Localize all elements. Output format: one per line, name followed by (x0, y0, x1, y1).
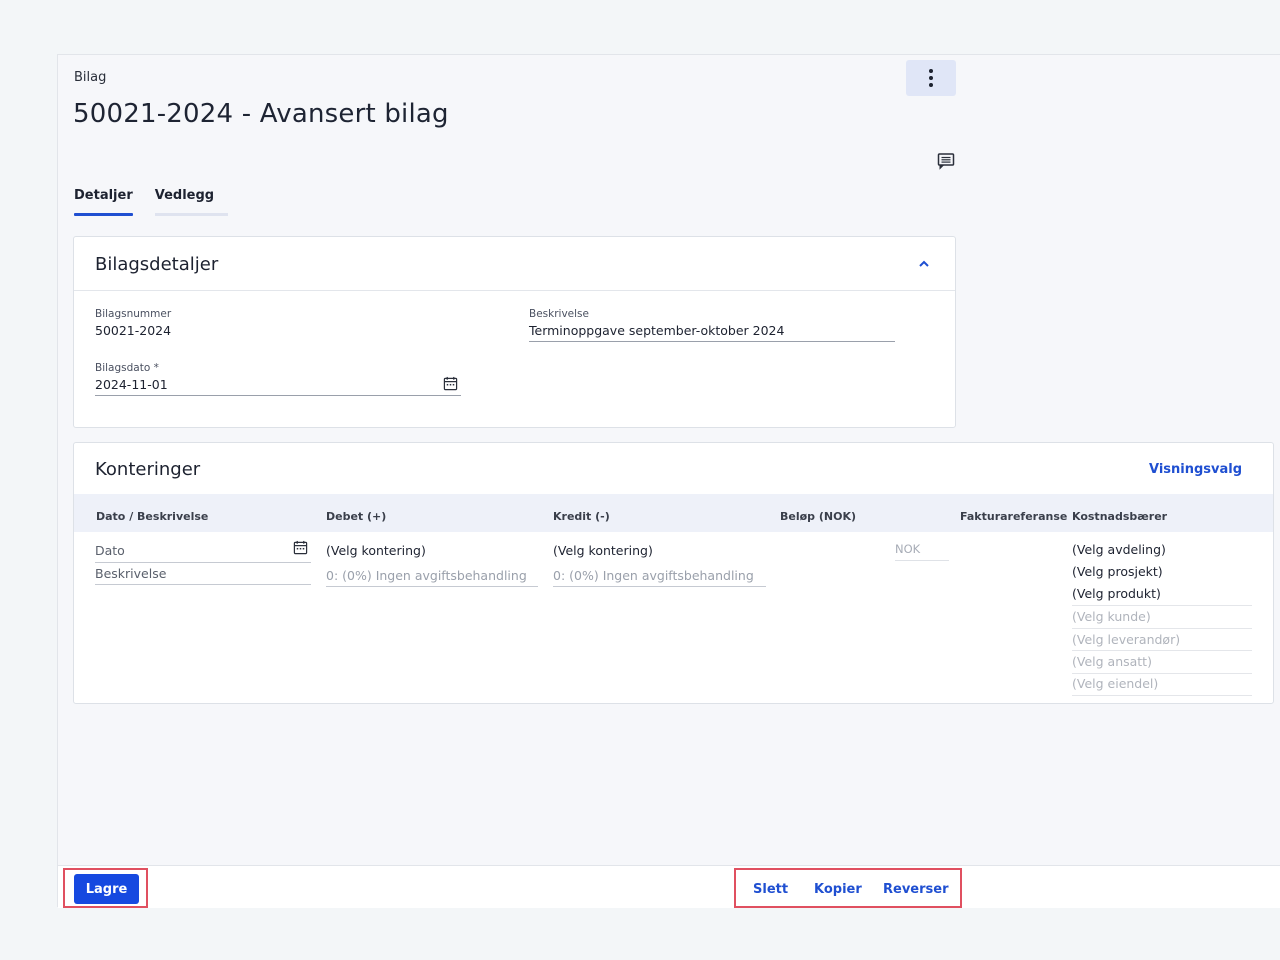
credit-vat-select[interactable]: 0: (0%) Ingen avgiftsbehandling (553, 568, 754, 583)
chevron-up-icon[interactable] (917, 257, 931, 271)
postings-title: Konteringer (95, 459, 201, 480)
tab-detaljer[interactable]: Detaljer (74, 188, 133, 216)
department-select[interactable]: (Velg avdeling) (1072, 542, 1166, 557)
kebab-menu-icon (929, 68, 933, 89)
column-header-invoice-reference: Fakturareferanse (960, 510, 1068, 523)
column-header-date-description: Dato / Beskrivelse (96, 510, 209, 523)
customer-select-underline (1072, 628, 1252, 629)
description-field[interactable]: Terminoppgave september-oktober 2024 (529, 323, 895, 342)
voucher-details-card: Bilagsdetaljer Bilagsnummer 50021-2024 B… (73, 236, 956, 428)
debit-vat-select[interactable]: 0: (0%) Ingen avgiftsbehandling (326, 568, 527, 583)
postings-card: Konteringer Visningsvalg Dato / Beskrive… (73, 442, 1274, 704)
column-header-credit: Kredit (-) (553, 510, 610, 523)
amount-input-underline (895, 560, 949, 561)
voucher-number-value: 50021-2024 (95, 323, 172, 338)
supplier-select[interactable]: (Velg leverandør) (1072, 632, 1180, 647)
calendar-icon[interactable] (443, 376, 458, 391)
voucher-details-title: Bilagsdetaljer (95, 254, 219, 275)
employee-select-underline (1072, 673, 1252, 674)
view-options-link[interactable]: Visningsvalg (1149, 462, 1242, 477)
voucher-date-label: Bilagsdato * (95, 362, 159, 374)
highlight-save (63, 868, 148, 908)
amount-input[interactable]: NOK (895, 542, 920, 556)
description-input-underline (95, 584, 311, 585)
debit-vat-underline (326, 586, 538, 587)
postings-table-header: Dato / Beskrivelse Debet (+) Kredit (-) … (74, 494, 1273, 532)
credit-vat-underline (553, 586, 766, 587)
more-options-button[interactable] (906, 60, 956, 96)
description-label: Beskrivelse (529, 308, 589, 320)
tab-vedlegg[interactable]: Vedlegg (154, 188, 229, 216)
voucher-date-field[interactable]: 2024-11-01 (95, 377, 461, 396)
page-title: 50021-2024 - Avansert bilag (73, 99, 449, 129)
date-input[interactable]: Dato (95, 543, 125, 558)
asset-select[interactable]: (Velg eiendel) (1072, 676, 1158, 691)
highlight-actions (734, 868, 962, 908)
voucher-page: Bilag 50021-2024 - Avansert bilag Detalj… (57, 54, 1280, 908)
description-input[interactable]: Beskrivelse (95, 566, 166, 581)
column-header-amount: Beløp (NOK) (780, 510, 857, 523)
product-select-underline (1072, 605, 1252, 606)
asset-select-underline (1072, 695, 1252, 696)
column-header-debit: Debet (+) (326, 510, 387, 523)
comment-icon[interactable] (936, 151, 956, 171)
debit-account-select[interactable]: (Velg kontering) (326, 543, 426, 558)
tab-bar: Detaljer Vedlegg (74, 188, 236, 216)
project-select[interactable]: (Velg prosjekt) (1072, 564, 1163, 579)
voucher-details-header[interactable]: Bilagsdetaljer (74, 237, 955, 291)
employee-select[interactable]: (Velg ansatt) (1072, 654, 1152, 669)
column-header-cost-carrier: Kostnadsbærer (1072, 510, 1168, 523)
calendar-icon[interactable] (293, 540, 308, 555)
customer-select[interactable]: (Velg kunde) (1072, 609, 1151, 624)
credit-account-select[interactable]: (Velg kontering) (553, 543, 653, 558)
supplier-select-underline (1072, 650, 1252, 651)
voucher-number-label: Bilagsnummer (95, 308, 172, 320)
action-footer: Lagre Slett Kopier Reverser (58, 865, 1280, 908)
breadcrumb[interactable]: Bilag (74, 70, 106, 85)
product-select[interactable]: (Velg produkt) (1072, 586, 1161, 601)
date-input-underline (95, 562, 311, 563)
